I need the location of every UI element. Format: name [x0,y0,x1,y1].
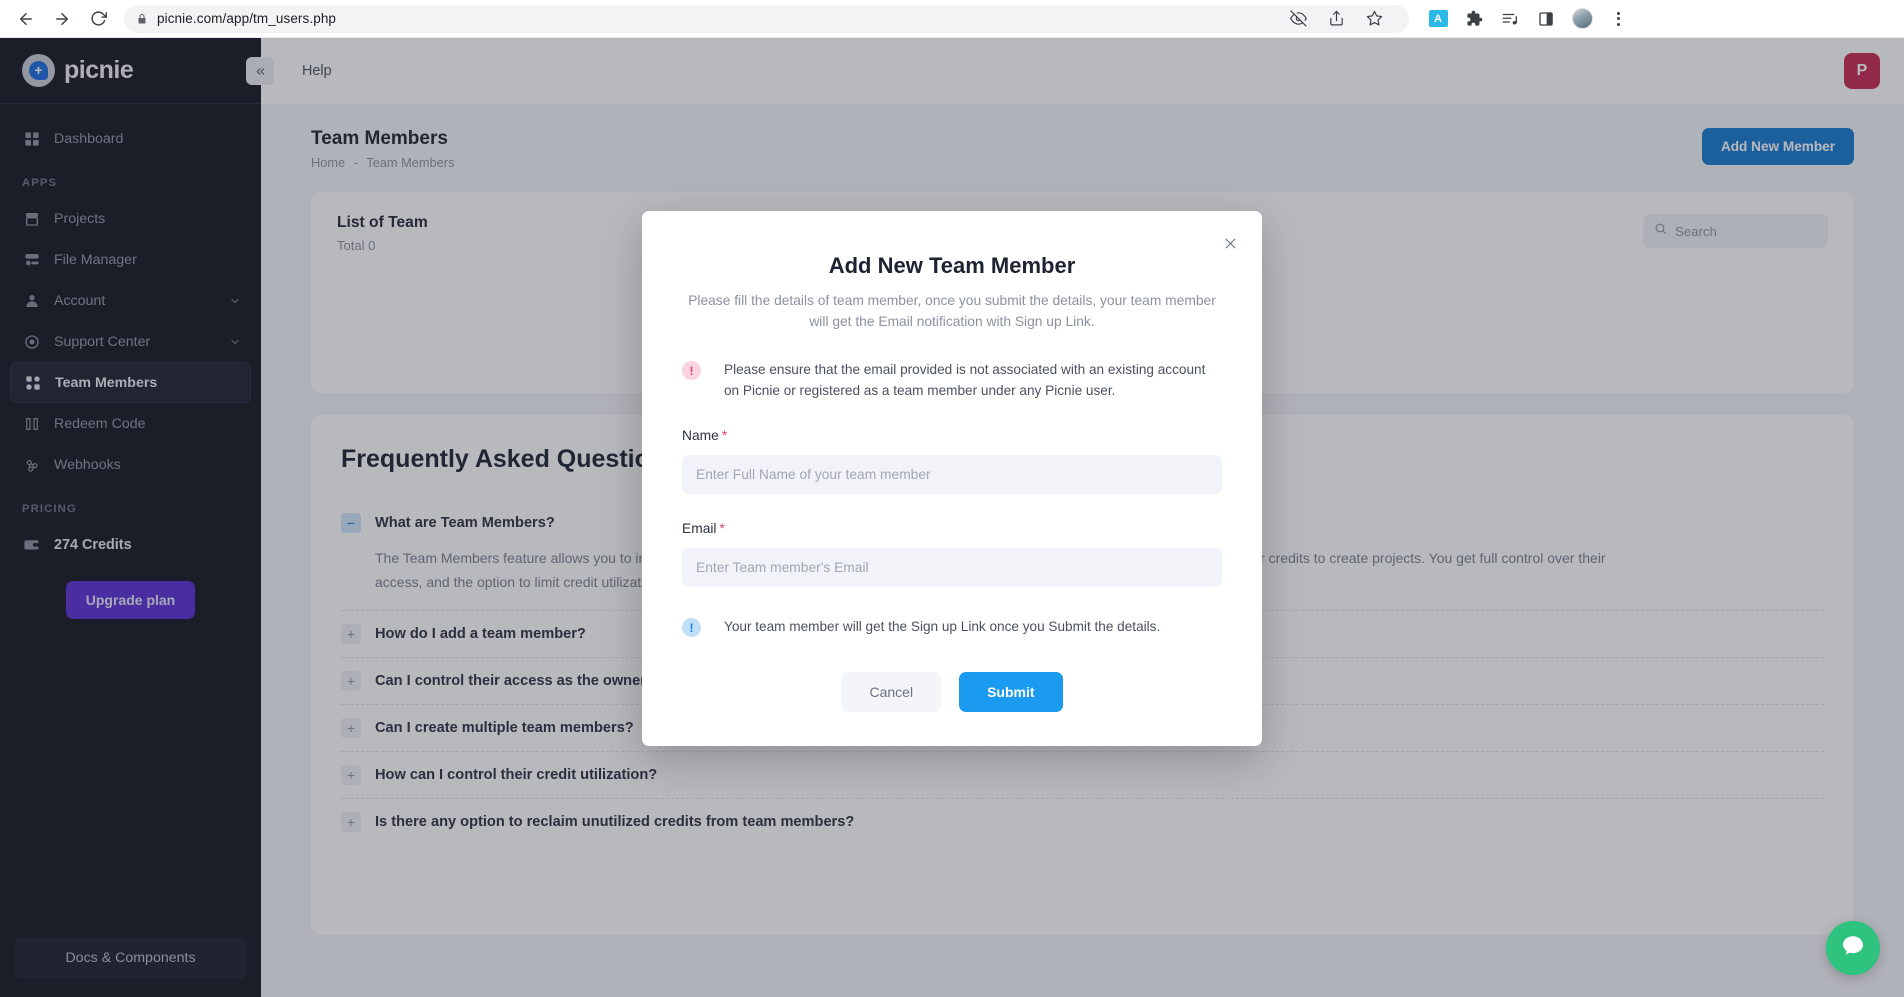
back-button[interactable] [10,3,42,35]
browser-toolbar: picnie.com/app/tm_users.php A [0,0,1904,38]
name-input[interactable] [682,455,1222,495]
name-label-text: Name [682,428,719,444]
address-bar[interactable]: picnie.com/app/tm_users.php [124,4,1409,33]
forward-button[interactable] [46,3,78,35]
info-alert: ! Your team member will get the Sign up … [682,617,1222,638]
playlist-music-icon[interactable] [1499,8,1521,30]
side-panel-icon[interactable] [1535,8,1557,30]
email-field-group: Email * [682,520,1222,588]
warning-exclamation-icon: ! [682,361,701,381]
kebab-menu-icon[interactable] [1607,8,1629,30]
required-asterisk: * [721,428,728,444]
modal-subtitle: Please fill the details of team member, … [688,293,1216,329]
submit-button[interactable]: Submit [959,671,1063,712]
profile-avatar-icon[interactable] [1571,8,1593,30]
email-field-label: Email * [682,521,725,536]
extension-toolbar: A [1421,8,1629,30]
url-text: picnie.com/app/tm_users.php [157,11,337,26]
name-field-group: Name * [682,427,1222,495]
info-exclamation-icon: ! [682,618,701,638]
close-icon[interactable] [1220,233,1240,253]
lock-icon [136,13,148,25]
name-field-label: Name * [682,428,727,443]
required-asterisk: * [719,521,725,537]
modal-title: Add New Team Member [828,253,1076,278]
bookmark-star-icon[interactable] [1363,8,1385,30]
email-label-text: Email [682,521,717,537]
application-window: + picnie Dashboard APPS Projects File Ma… [0,38,1904,997]
reload-button[interactable] [82,3,114,35]
modal-actions: Cancel Submit [682,671,1222,712]
email-input[interactable] [682,548,1222,588]
warning-alert: ! Please ensure that the email provided … [682,360,1222,401]
cancel-button[interactable]: Cancel [841,671,942,712]
chat-bubble-icon [1840,933,1866,964]
warning-alert-text: Please ensure that the email provided is… [724,362,1206,398]
eye-off-icon[interactable] [1287,8,1309,30]
puzzle-extension-icon[interactable] [1463,8,1485,30]
chat-widget-button[interactable] [1826,921,1880,975]
extension-blue-icon[interactable]: A [1427,8,1449,30]
share-icon[interactable] [1325,8,1347,30]
info-alert-text: Your team member will get the Sign up Li… [724,619,1161,635]
add-team-member-modal: Add New Team Member Please fill the deta… [642,211,1262,746]
